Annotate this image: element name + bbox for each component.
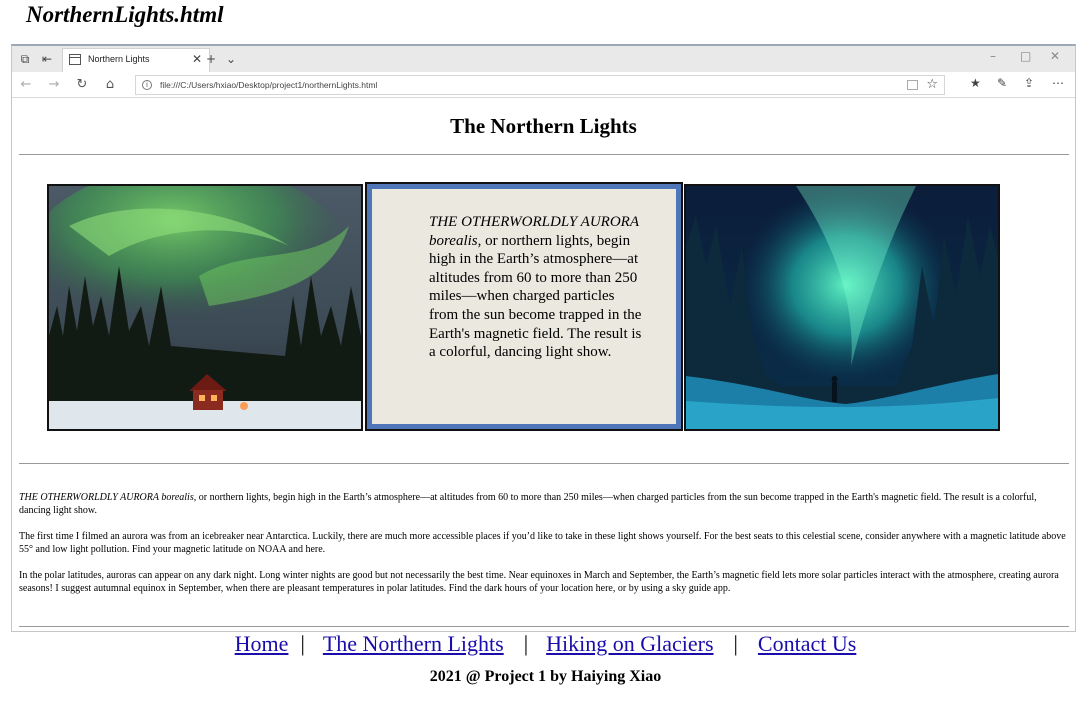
browser-tab[interactable]: Northern Lights ✕ [62, 48, 210, 72]
nav-separator: | [300, 631, 305, 656]
share-icon[interactable]: ⇪ [1024, 76, 1034, 90]
minimize-icon[interactable]: – [990, 49, 996, 63]
forward-arrow-icon[interactable]: → [46, 77, 62, 93]
footer-nav: Home | The Northern Lights | Hiking on Glaci… [0, 631, 1091, 657]
divider [19, 626, 1069, 627]
browser-titlebar: ⧉ ⇤ Northern Lights ✕ + ⌄ – □ ✕ [12, 46, 1075, 72]
intro-body: , or northern lights, begin high in the … [429, 232, 642, 361]
tab-actions-icon[interactable]: ⧉ [16, 50, 34, 68]
paragraph: The first time I filmed an aurora was fr… [19, 531, 1067, 556]
divider [19, 463, 1069, 464]
favorites-hub-icon[interactable]: ★ [970, 76, 981, 90]
paragraph-text: The first time I filmed an aurora was fr… [19, 531, 1066, 555]
paragraph: THE OTHERWORLDLY AURORA borealis, or nor… [19, 492, 1067, 517]
set-aside-tabs-icon[interactable]: ⇤ [38, 50, 56, 68]
divider [19, 154, 1069, 155]
aurora-forest-image [684, 184, 1000, 431]
back-arrow-icon[interactable]: ← [18, 77, 34, 93]
nav-link-northern-lights[interactable]: The Northern Lights [323, 631, 504, 656]
nav-link-hiking-glaciers[interactable]: Hiking on Glaciers [546, 631, 713, 656]
info-icon[interactable]: i [142, 80, 152, 90]
plus-icon[interactable]: + [202, 50, 220, 68]
document-title: NorthernLights.html [26, 2, 224, 27]
address-bar: ← → ↻ ⌂ i file:///C:/Users/hxiao/Desktop… [12, 72, 1075, 98]
more-icon[interactable]: ⋯ [1052, 76, 1064, 90]
credit-line: 2021 @ Project 1 by Haiying Xiao [429, 668, 662, 685]
refresh-icon[interactable]: ↻ [74, 77, 90, 93]
intro-text: THE OTHERWORLDLY AURORA borealis, or nor… [429, 213, 647, 362]
chevron-down-icon[interactable]: ⌄ [222, 50, 240, 68]
aurora-cabin-image [47, 184, 363, 431]
paragraph-lead: THE OTHERWORLDLY AURORA borealis [19, 492, 194, 503]
close-icon[interactable]: ✕ [192, 52, 202, 66]
pen-icon[interactable]: ✎ [997, 76, 1007, 90]
nav-link-home[interactable]: Home [235, 631, 289, 656]
page-heading: The Northern Lights [450, 114, 637, 138]
star-icon[interactable]: ☆ [926, 77, 938, 92]
paragraph-text: In the polar latitudes, auroras can appe… [19, 570, 1059, 594]
window-close-icon[interactable]: ✕ [1050, 49, 1060, 63]
intro-text-box: THE OTHERWORLDLY AURORA borealis, or nor… [365, 182, 683, 431]
paragraph: In the polar latitudes, auroras can appe… [19, 570, 1067, 595]
browser-window: ⧉ ⇤ Northern Lights ✕ + ⌄ – □ ✕ ← → ↻ ⌂ … [11, 44, 1076, 632]
maximize-icon[interactable]: □ [1020, 49, 1031, 63]
nav-link-contact[interactable]: Contact Us [758, 631, 856, 656]
nav-separator: | [523, 631, 529, 656]
url-field[interactable]: i file:///C:/Users/hxiao/Desktop/project… [135, 75, 945, 95]
page-icon [69, 54, 81, 65]
reading-view-icon[interactable] [907, 80, 918, 90]
nav-separator: | [733, 631, 738, 656]
tab-title: Northern Lights [88, 54, 150, 64]
url-text[interactable]: file:///C:/Users/hxiao/Desktop/project1/… [160, 80, 377, 90]
page-content: The Northern Lights THE OTHERWORLDLY AUR… [12, 100, 1075, 631]
home-icon[interactable]: ⌂ [102, 77, 118, 93]
